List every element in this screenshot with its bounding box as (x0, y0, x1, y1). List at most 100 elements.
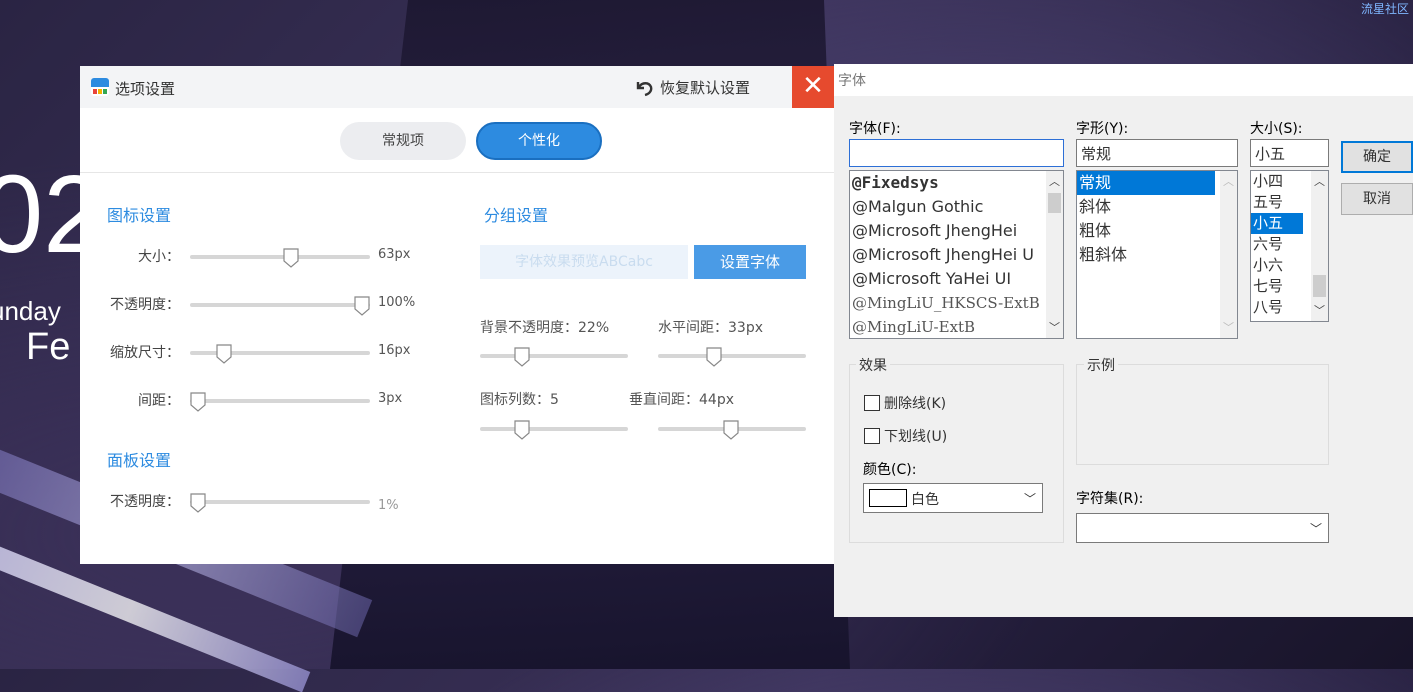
slider-label: 间距： (138, 393, 180, 409)
wallpaper-day: unday (0, 296, 61, 326)
font-list-item[interactable]: @Fixedsys (850, 171, 1063, 195)
underline-checkbox[interactable]: 下划线(U) (864, 426, 947, 446)
group-slider-thumb[interactable] (514, 420, 530, 440)
set-font-button[interactable]: 设置字体 (694, 245, 806, 279)
checkbox-box[interactable] (864, 395, 880, 411)
slider-value: 16px (378, 343, 411, 358)
tab-general[interactable]: 常规项 (340, 122, 466, 160)
group-slider-label: 垂直间距：44px (629, 392, 734, 408)
chevron-down-icon: ﹀ (1023, 492, 1036, 506)
slider-track[interactable] (190, 500, 370, 504)
wallpaper-brand: 流星社区 (1360, 2, 1409, 16)
group-slider-label: 背景不透明度：22% (480, 320, 610, 336)
close-icon[interactable]: ✕ (792, 66, 834, 108)
color-value: 白色 (911, 492, 939, 508)
group-slider-track[interactable] (480, 427, 628, 431)
slider-thumb[interactable] (190, 392, 206, 412)
group-settings-title: 分组设置 (484, 206, 549, 225)
font-name-input[interactable] (849, 139, 1064, 167)
restore-defaults-button[interactable]: 恢复默认设置 (634, 77, 750, 98)
group-slider-thumb[interactable] (514, 347, 530, 367)
font-list-item[interactable]: @Microsoft YaHei UI (850, 267, 1063, 291)
style-list-item[interactable]: 斜体 (1077, 195, 1237, 219)
font-list-item[interactable]: @Microsoft JhengHei (850, 219, 1063, 243)
slider-thumb[interactable] (283, 248, 300, 268)
style-list-scrollbar[interactable]: ︿ ﹀ (1220, 171, 1237, 338)
group-slider-track[interactable] (480, 354, 628, 358)
options-dialog: 选项设置 恢复默认设置 ✕ 常规项 个性化 图标设置 面板设置 分组设置 字体效… (80, 66, 834, 564)
style-list[interactable]: 常规 斜体 粗体 粗斜体 ︿ ﹀ (1076, 170, 1238, 339)
scroll-down-icon[interactable]: ﹀ (1311, 302, 1328, 319)
options-titlebar[interactable]: 选项设置 恢复默认设置 ✕ (80, 66, 834, 108)
slider-thumb[interactable] (354, 296, 370, 316)
slider-label: 大小： (138, 249, 180, 265)
font-list[interactable]: @Fixedsys @Malgun Gothic @Microsoft JhengH… (849, 170, 1064, 339)
checkbox-box[interactable] (864, 428, 880, 444)
slider-track[interactable] (190, 399, 370, 403)
slider-value: 100% (378, 295, 416, 310)
slider-label: 不透明度： (110, 297, 180, 313)
font-dialog-title: 字体 (838, 73, 866, 89)
style-list-item[interactable]: 粗斜体 (1077, 243, 1237, 267)
style-list-item[interactable]: 粗体 (1077, 219, 1237, 243)
font-label: 字体(F): (849, 121, 901, 137)
font-dialog-titlebar[interactable]: 字体 (834, 64, 1413, 96)
slider-value: 3px (378, 391, 403, 406)
slider-track[interactable] (190, 303, 370, 307)
restore-defaults-label: 恢复默认设置 (660, 79, 751, 97)
font-list-item[interactable]: @Malgun Gothic (850, 195, 1063, 219)
font-style-input[interactable]: 常规 (1076, 139, 1238, 167)
size-list-item[interactable]: 小五 (1251, 213, 1303, 234)
app-logo-icon (91, 78, 109, 96)
tabs-divider (80, 172, 834, 173)
slider-track[interactable] (190, 255, 370, 259)
panel-settings-title: 面板设置 (107, 451, 172, 470)
font-list-item[interactable]: @Microsoft JhengHei U (850, 243, 1063, 267)
group-slider-thumb[interactable] (723, 420, 739, 440)
group-slider-thumb[interactable] (705, 347, 722, 367)
color-swatch (869, 489, 907, 507)
charset-select[interactable]: ﹀ (1076, 513, 1329, 543)
scroll-up-icon[interactable]: ︿ (1220, 173, 1237, 190)
slider-thumb[interactable] (216, 344, 232, 364)
font-list-item[interactable]: @MingLiU-ExtB (850, 315, 1063, 338)
slider-value: 63px (378, 247, 411, 262)
cancel-button[interactable]: 取消 (1341, 183, 1413, 215)
group-slider-label: 图标列数：5 (480, 392, 559, 408)
font-list-scrollbar[interactable]: ︿ ﹀ (1046, 171, 1063, 338)
slider-thumb[interactable] (190, 493, 206, 513)
size-list-scrollbar[interactable]: ︿ ﹀ (1311, 171, 1328, 321)
tab-personalize[interactable]: 个性化 (476, 122, 602, 160)
font-dialog: 字体 字体(F): @Fixedsys @Malgun Gothic @Micros… (834, 64, 1413, 617)
strikeout-checkbox[interactable]: 删除线(K) (864, 393, 946, 413)
icon-settings-title: 图标设置 (107, 206, 172, 225)
scroll-up-icon[interactable]: ︿ (1311, 173, 1328, 190)
effects-label: 效果 (856, 355, 890, 375)
scroll-down-icon[interactable]: ﹀ (1220, 319, 1237, 336)
wallpaper-month: Fe (26, 326, 71, 368)
effects-group (849, 364, 1064, 543)
font-size-input[interactable]: 小五 (1250, 139, 1329, 167)
strikeout-label: 删除线(K) (884, 396, 947, 412)
color-label: 颜色(C): (863, 462, 917, 478)
font-list-item[interactable]: @MingLiU_HKSCS-ExtB (850, 291, 1063, 315)
scroll-thumb[interactable] (1048, 193, 1061, 213)
group-slider-track[interactable] (658, 354, 806, 358)
ok-button[interactable]: 确定 (1341, 141, 1413, 173)
group-slider-label: 水平间距：33px (658, 320, 763, 336)
options-title: 选项设置 (115, 80, 176, 98)
charset-label: 字符集(R): (1076, 491, 1144, 507)
scroll-thumb[interactable] (1313, 275, 1326, 297)
undo-icon (636, 81, 653, 96)
size-list[interactable]: 小四 五号 小五 六号 小六 七号 八号 ︿ ﹀ (1250, 170, 1329, 322)
slider-label: 缩放尺寸： (110, 345, 180, 361)
slider-value: 1% (378, 498, 399, 513)
style-list-item[interactable]: 常规 (1077, 171, 1215, 195)
scroll-up-icon[interactable]: ︿ (1046, 173, 1063, 190)
scroll-down-icon[interactable]: ﹀ (1046, 319, 1063, 336)
slider-label: 不透明度： (110, 494, 180, 510)
underline-label: 下划线(U) (884, 429, 948, 445)
color-select[interactable]: 白色 ﹀ (863, 483, 1043, 513)
style-label: 字形(Y): (1076, 121, 1129, 137)
font-preview-box: 字体效果预览ABCabc (480, 245, 688, 279)
